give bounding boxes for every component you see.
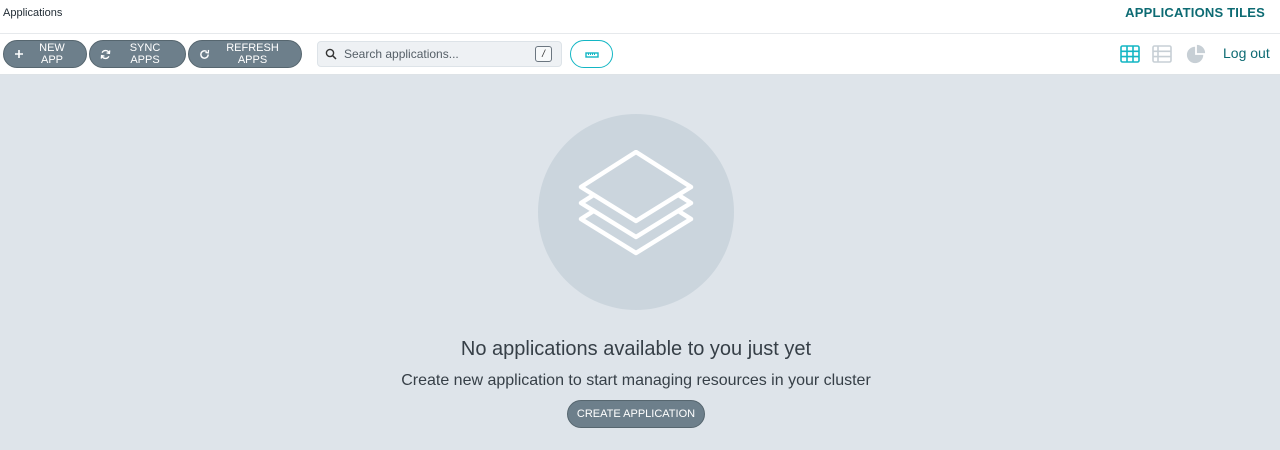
layers-icon bbox=[574, 149, 698, 275]
sync-apps-label: SYNC APPS bbox=[129, 42, 161, 66]
top-bar: Applications APPLICATIONS TILES bbox=[0, 0, 1280, 34]
refresh-apps-button[interactable]: REFRESH APPS bbox=[188, 40, 302, 68]
create-application-button[interactable]: CREATE APPLICATION bbox=[567, 400, 705, 428]
search-shortcut-key: / bbox=[535, 46, 552, 62]
refresh-apps-label: REFRESH APPS bbox=[226, 42, 279, 66]
sync-apps-button[interactable]: SYNC APPS bbox=[89, 40, 186, 68]
toolbar: NEW APP SYNC APPS REFRESH APPS Search ap… bbox=[0, 34, 1280, 75]
filter-icon bbox=[584, 47, 599, 62]
filter-toggle-button[interactable] bbox=[570, 40, 613, 68]
breadcrumb[interactable]: Applications bbox=[3, 7, 62, 19]
search-icon bbox=[318, 48, 344, 60]
search-box[interactable]: / bbox=[317, 41, 562, 67]
sync-icon bbox=[100, 49, 111, 60]
list-view-icon[interactable] bbox=[1152, 44, 1172, 64]
refresh-icon bbox=[199, 49, 210, 60]
main-content: No applications available to you just ye… bbox=[0, 75, 1280, 450]
pie-chart-icon[interactable] bbox=[1186, 44, 1206, 64]
new-app-label: NEW APP bbox=[39, 42, 65, 66]
logout-link[interactable]: Log out bbox=[1223, 45, 1270, 61]
empty-state-title: No applications available to you just ye… bbox=[460, 338, 812, 360]
new-app-button[interactable]: NEW APP bbox=[3, 40, 87, 68]
empty-state-subtitle: Create new application to start managing… bbox=[401, 372, 871, 389]
search-input[interactable] bbox=[344, 47, 529, 61]
empty-state-illustration bbox=[538, 114, 734, 310]
tiles-view-icon[interactable] bbox=[1120, 44, 1140, 64]
plus-icon bbox=[14, 49, 24, 59]
page-title: APPLICATIONS TILES bbox=[1125, 5, 1265, 20]
